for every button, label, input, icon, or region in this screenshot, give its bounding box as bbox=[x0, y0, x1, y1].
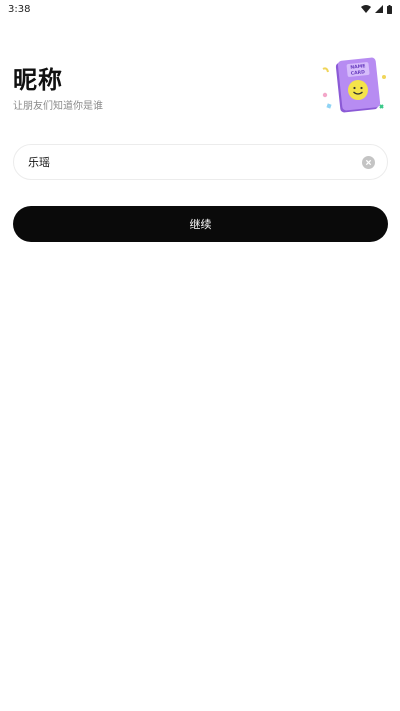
page-title: 昵称 bbox=[13, 66, 63, 94]
name-card-icon: NAME CARD bbox=[322, 57, 386, 113]
page-subtitle: 让朋友们知道你是谁 bbox=[13, 101, 103, 112]
signal-icon bbox=[375, 5, 383, 13]
clear-icon[interactable] bbox=[362, 155, 375, 169]
status-icons bbox=[361, 4, 392, 14]
nickname-input-value[interactable]: 乐瑶 bbox=[28, 154, 50, 170]
continue-button-label: 继续 bbox=[189, 218, 212, 231]
wifi-icon bbox=[361, 5, 371, 13]
battery-icon bbox=[387, 4, 392, 14]
status-time: 3:38 bbox=[8, 3, 31, 15]
continue-button[interactable]: 继续 bbox=[13, 206, 388, 242]
status-bar: 3:38 bbox=[0, 0, 400, 18]
nickname-input[interactable]: 乐瑶 bbox=[13, 144, 388, 180]
